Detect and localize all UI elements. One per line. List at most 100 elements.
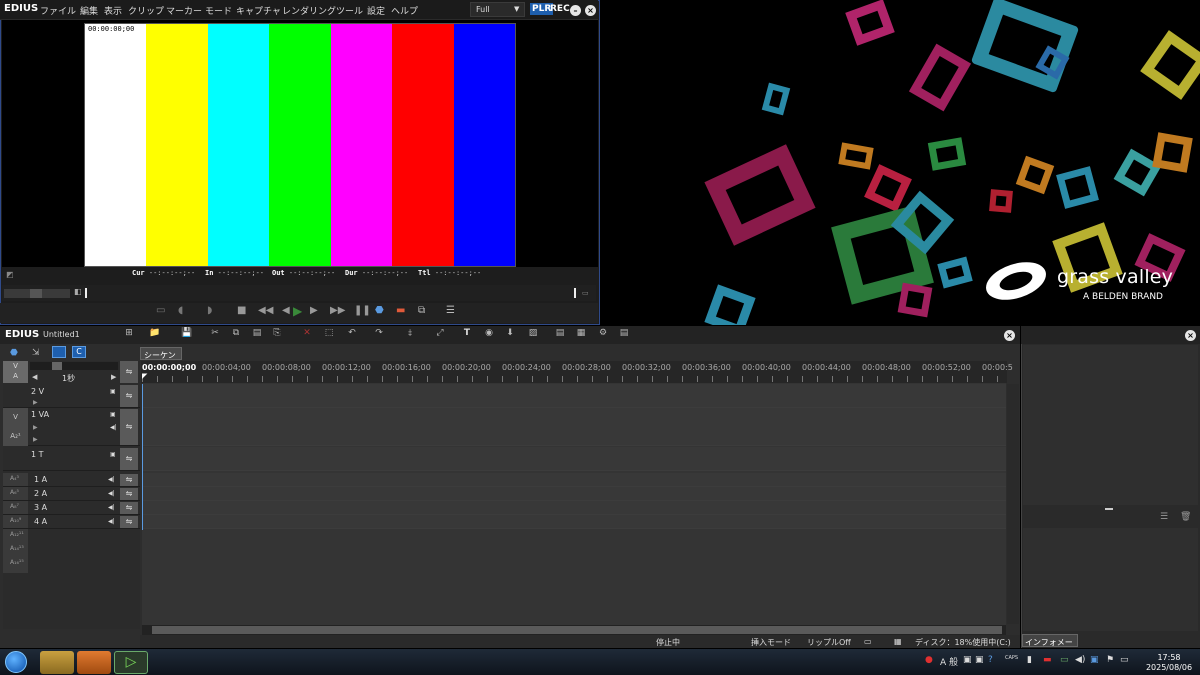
scrollbar-thumb[interactable] — [152, 626, 1002, 634]
audio-mute-icon[interactable]: ◀| — [108, 504, 115, 511]
snap-toggle[interactable] — [52, 346, 66, 358]
export-icon[interactable]: ⧉ — [418, 305, 425, 316]
expand-icon[interactable]: ▶ — [33, 399, 38, 406]
keyboard-icon[interactable]: ▦ — [894, 637, 902, 646]
status-ripple[interactable]: リップルOff — [807, 637, 851, 648]
menu-file[interactable]: ファイル — [40, 4, 76, 17]
video-mute-icon[interactable]: ▣ — [110, 388, 116, 395]
trash-icon[interactable]: 🗑 — [1180, 512, 1191, 522]
tray-icon[interactable]: ▭ — [1120, 655, 1129, 665]
track-lane[interactable] — [142, 487, 1006, 501]
video-mute-icon[interactable]: ▣ — [110, 411, 116, 418]
undo-icon[interactable]: ↶ — [345, 328, 359, 340]
menu-render[interactable]: レンダリング — [282, 4, 336, 17]
shuttle-knob[interactable] — [30, 289, 42, 298]
menu-settings[interactable]: 設定 — [367, 4, 385, 17]
menu-tool[interactable]: ツール — [336, 4, 363, 17]
zoom-slider[interactable] — [30, 362, 118, 370]
panel2-icon[interactable]: ▦ — [574, 328, 588, 340]
tab-sequence[interactable]: シーケンス1 — [140, 347, 182, 371]
split-icon[interactable]: ⤈ — [403, 328, 417, 340]
render-icon[interactable]: ▨ — [526, 328, 540, 340]
audio-mute-icon[interactable]: ◀| — [108, 476, 115, 483]
patch-a6[interactable]: A₁₄¹³ — [10, 545, 24, 552]
ripple-delete-icon[interactable]: ⬚ — [322, 328, 336, 340]
stop-icon[interactable]: ■ — [237, 305, 246, 316]
sync-lock-icon[interactable]: ⇋ — [120, 474, 138, 486]
sequence-icon[interactable]: ⊞ — [122, 328, 136, 340]
open-icon[interactable]: 📁 — [148, 328, 162, 340]
play-icon[interactable]: ▶ — [293, 304, 302, 318]
tray-icon[interactable]: ▣ — [963, 655, 972, 665]
tray-icon[interactable]: ▣ — [975, 655, 984, 665]
menu-view[interactable]: 表示 — [104, 4, 122, 17]
step-back-icon[interactable]: ◀ — [282, 305, 290, 316]
zoom-slider-knob[interactable] — [52, 362, 62, 370]
rec-button[interactable]: REC — [550, 4, 570, 14]
explorer-icon[interactable] — [40, 651, 74, 674]
menu-capture[interactable]: キャプチャ — [236, 4, 281, 17]
set-in-icon[interactable]: ▭ — [156, 305, 165, 316]
sync-lock-icon[interactable]: ⇋ — [120, 409, 138, 445]
sync-lock-icon[interactable]: ⇋ — [120, 448, 138, 470]
tab-information[interactable]: インフォメーション — [1022, 634, 1078, 658]
monitor-icon[interactable]: ▭ — [864, 637, 872, 646]
gear-icon[interactable]: ⚙ — [596, 328, 610, 340]
group-icon[interactable]: ⬣ — [10, 348, 18, 358]
video-mute-icon[interactable]: ▣ — [110, 451, 116, 458]
ime-indicator[interactable]: A 般 — [940, 655, 958, 668]
patch-va[interactable]: VA — [3, 361, 28, 383]
cut-icon[interactable]: ✂ — [208, 328, 222, 340]
sync-lock-icon[interactable]: ⇋ — [120, 488, 138, 500]
track-lane[interactable] — [142, 384, 1006, 408]
rewind-icon[interactable]: ◀◀ — [258, 305, 273, 316]
track-lane[interactable] — [142, 501, 1006, 515]
mark-in-icon[interactable]: ◖ — [178, 305, 183, 316]
sync-lock-icon[interactable]: ⇋ — [120, 516, 138, 528]
edius-taskbar-icon[interactable]: ▷ — [114, 651, 148, 674]
tray-icon[interactable]: ▮ — [1027, 655, 1032, 665]
scale-left-icon[interactable]: ◀ — [32, 373, 37, 381]
marker-icon[interactable]: ◧ — [74, 287, 82, 296]
step-forward-icon[interactable]: ▶ — [310, 305, 318, 316]
playhead-icon[interactable]: ◤ — [142, 372, 147, 380]
delete-icon[interactable]: ✕ — [300, 328, 314, 340]
redo-icon[interactable]: ↷ — [372, 328, 386, 340]
minimize-icon[interactable]: – — [570, 5, 581, 16]
sync-lock-icon[interactable]: ⇋ — [120, 385, 138, 407]
track-lane[interactable] — [142, 408, 1006, 446]
overwrite-icon[interactable]: ▬ — [396, 305, 405, 316]
snapshot-icon[interactable]: ◉ — [482, 328, 496, 340]
patch-v-a1[interactable]: V A₂¹ — [3, 408, 28, 446]
panel-icon[interactable]: ▤ — [553, 328, 567, 340]
sync-toggle[interactable]: C — [72, 346, 86, 358]
media-player-icon[interactable] — [77, 651, 111, 674]
volume-icon[interactable]: ◀) — [1075, 655, 1085, 665]
audio-mute-icon[interactable]: ◀| — [108, 490, 115, 497]
menu-edit[interactable]: 編集 — [80, 4, 98, 17]
insert-icon[interactable]: ⬣ — [375, 305, 384, 316]
audio-mute-icon[interactable]: ◀| — [110, 424, 117, 431]
menu-clip[interactable]: クリップ — [128, 4, 164, 17]
bluetooth-icon[interactable]: ▣ — [1090, 655, 1099, 665]
expand-icon[interactable]: ▶ — [33, 424, 38, 431]
battery-icon[interactable]: ▬ — [1043, 655, 1052, 665]
save-icon[interactable]: 💾 — [180, 328, 194, 340]
mark-out-icon[interactable]: ◗ — [207, 305, 212, 316]
sync-lock-icon[interactable]: ⇋ — [120, 502, 138, 514]
alert-icon[interactable]: ● — [925, 655, 933, 665]
pause-icon[interactable]: ❚❚ — [354, 305, 371, 316]
close-icon[interactable]: × — [585, 5, 596, 16]
paste-icon[interactable]: ▤ — [250, 328, 264, 340]
fast-forward-icon[interactable]: ▶▶ — [330, 305, 345, 316]
scale-right-icon[interactable]: ▶ — [111, 373, 116, 381]
loop-icon[interactable]: ▭ — [582, 289, 589, 297]
sync-all-icon[interactable]: ⇋ — [120, 361, 138, 383]
ripple-icon[interactable]: ⇲ — [32, 348, 40, 358]
menu-marker[interactable]: マーカー — [166, 4, 202, 17]
download-icon[interactable]: ⬇ — [503, 328, 517, 340]
start-button[interactable] — [5, 651, 27, 673]
copy-icon[interactable]: ⧉ — [229, 328, 243, 340]
expand-icon[interactable]: ▶ — [33, 436, 38, 443]
patch-a5[interactable]: A₁₂¹¹ — [10, 531, 24, 538]
